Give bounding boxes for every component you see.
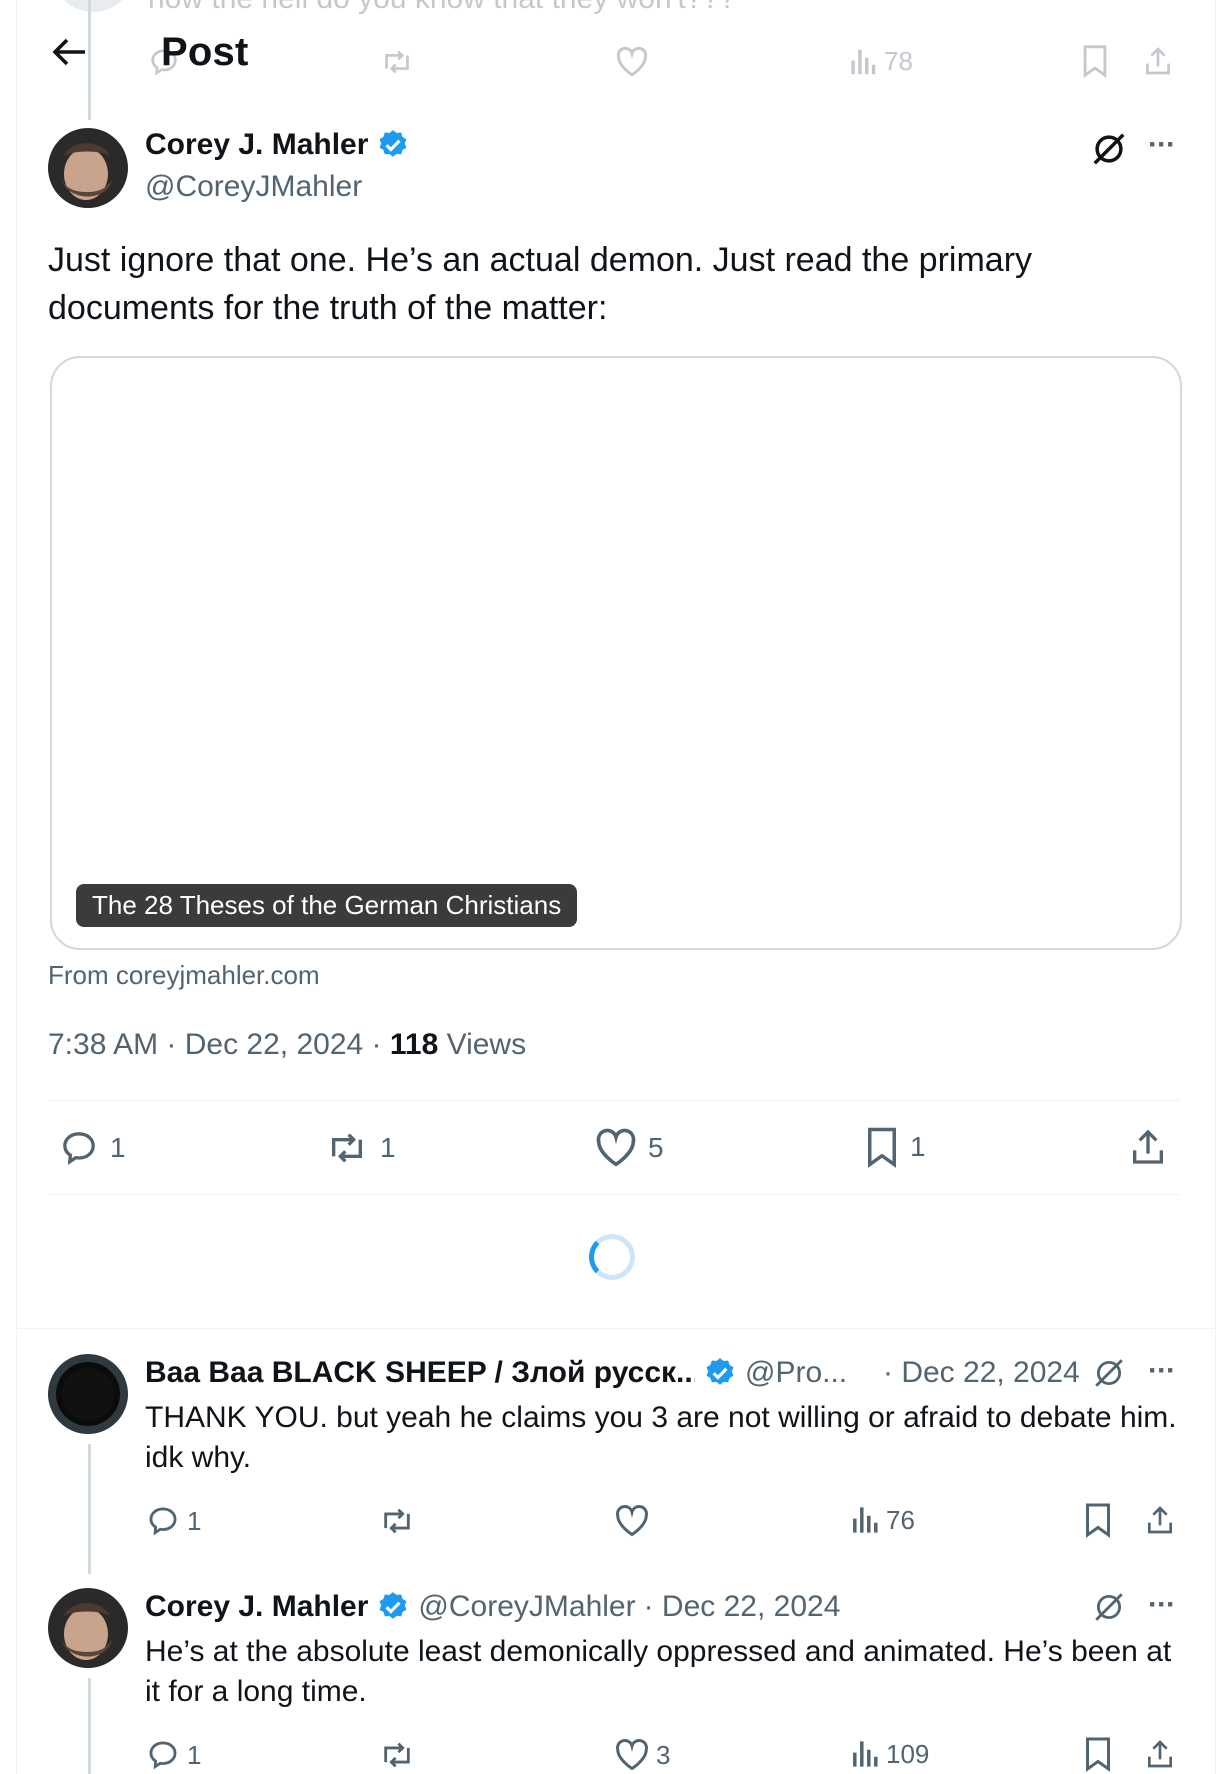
loading-spinner (589, 1234, 635, 1280)
thread-line (88, 1678, 91, 1774)
link-card-source[interactable]: From coreyjmahler.com (48, 960, 320, 991)
like-button[interactable] (614, 1504, 656, 1538)
reply-icon (149, 1507, 177, 1536)
bookmark-icon (868, 1127, 896, 1168)
more-icon[interactable]: ··· (1148, 1354, 1176, 1388)
like-icon (596, 1128, 636, 1167)
reply-text: THANK YOU. but yeah he claims you 3 are … (145, 1401, 1177, 1474)
grok-icon[interactable] (1092, 1590, 1126, 1629)
link-card[interactable]: The 28 Theses of the German Christians (50, 356, 1182, 950)
reply-author-handle[interactable]: @Pro... (745, 1356, 855, 1390)
previous-bookmark-icon (1080, 44, 1110, 83)
more-icon[interactable]: ··· (1148, 1588, 1176, 1622)
like-button[interactable]: 3 (614, 1738, 670, 1772)
thread-line-top (88, 0, 91, 120)
previous-share-icon (1142, 44, 1174, 83)
post-timestamp-row: 7:38 AM · Dec 22, 2024 · 118 Views (48, 1028, 526, 1062)
views-button[interactable]: 109 (852, 1738, 929, 1770)
bookmark-button[interactable] (1083, 1502, 1113, 1538)
thread-line (88, 1444, 91, 1574)
bookmark-icon (1086, 1503, 1110, 1538)
share-button[interactable] (1128, 1126, 1168, 1168)
more-icon[interactable]: ··· (1148, 128, 1176, 162)
bookmark-button[interactable]: 1 (864, 1126, 926, 1168)
reply-header: Baa Baa BLACK SHEEP / Злой русск... @Pro… (145, 1356, 1085, 1390)
post-timestamp[interactable]: 7:38 AM · Dec 22, 2024 · (48, 1028, 390, 1061)
divider (16, 1328, 1214, 1329)
previous-repost-icon (380, 46, 414, 83)
views-button[interactable]: 76 (852, 1504, 915, 1536)
reply-author-handle[interactable]: @CoreyJMahler (418, 1590, 635, 1624)
repost-button[interactable] (378, 1738, 422, 1772)
repost-button[interactable]: 1 (324, 1128, 396, 1168)
share-icon (1133, 1129, 1163, 1164)
repost-icon (332, 1133, 362, 1163)
reply-icon (149, 1741, 177, 1770)
reply-author-name[interactable]: Corey J. Mahler (145, 1590, 368, 1624)
author-name-row[interactable]: Corey J. Mahler (145, 128, 410, 162)
views-count: 118 (389, 1028, 439, 1061)
reply-text: He’s at the absolute least demonically o… (145, 1635, 1172, 1708)
verified-badge-icon (706, 1358, 734, 1385)
author-avatar[interactable] (48, 128, 128, 208)
back-arrow-icon[interactable] (52, 36, 88, 68)
reply-button[interactable]: 1 (145, 1504, 201, 1538)
reply-icon (63, 1132, 95, 1165)
share-icon (1148, 1740, 1172, 1768)
reply-header: Corey J. Mahler @CoreyJMahler · Dec 22, … (145, 1590, 840, 1624)
reply-button[interactable]: 1 (145, 1738, 201, 1772)
verified-badge-icon (379, 130, 407, 157)
page-title: Post (161, 30, 249, 74)
reply-date[interactable]: · Dec 22, 2024 (644, 1590, 841, 1624)
previous-views: 78 (850, 46, 913, 77)
repost-button[interactable] (378, 1504, 422, 1538)
author-handle[interactable]: @CoreyJMahler (145, 170, 362, 204)
share-icon (1148, 1506, 1172, 1534)
reply-author-name[interactable]: Baa Baa BLACK SHEEP / Злой русск... (145, 1356, 695, 1390)
share-button[interactable] (1144, 1502, 1176, 1538)
views-icon (853, 1507, 878, 1533)
grok-icon[interactable] (1090, 130, 1128, 173)
like-icon (616, 1739, 648, 1771)
repost-icon (384, 1742, 410, 1768)
grok-icon[interactable] (1092, 1356, 1126, 1395)
views-label: Views (438, 1028, 527, 1061)
like-button[interactable]: 5 (594, 1128, 664, 1168)
reply-button[interactable]: 1 (58, 1128, 126, 1168)
like-icon (616, 1505, 648, 1537)
reply-avatar[interactable] (48, 1588, 128, 1668)
verified-badge-icon (379, 1592, 407, 1619)
previous-tweet-text: how the hell do you know that they won't… (148, 0, 736, 16)
divider (48, 1194, 1180, 1195)
share-button[interactable] (1144, 1736, 1176, 1772)
reply-date[interactable]: · Dec 22, 2024 (883, 1356, 1080, 1390)
divider (48, 1100, 1180, 1101)
link-card-title: The 28 Theses of the German Christians (76, 884, 578, 927)
reply-avatar[interactable] (48, 1354, 128, 1434)
repost-icon (384, 1508, 410, 1534)
bookmark-icon (1086, 1737, 1110, 1772)
bookmark-button[interactable] (1083, 1736, 1113, 1772)
previous-like-icon (615, 46, 649, 83)
post-text: Just ignore that one. He’s an actual dem… (48, 241, 1033, 327)
views-icon (853, 1741, 878, 1767)
author-name[interactable]: Corey J. Mahler (145, 128, 368, 162)
